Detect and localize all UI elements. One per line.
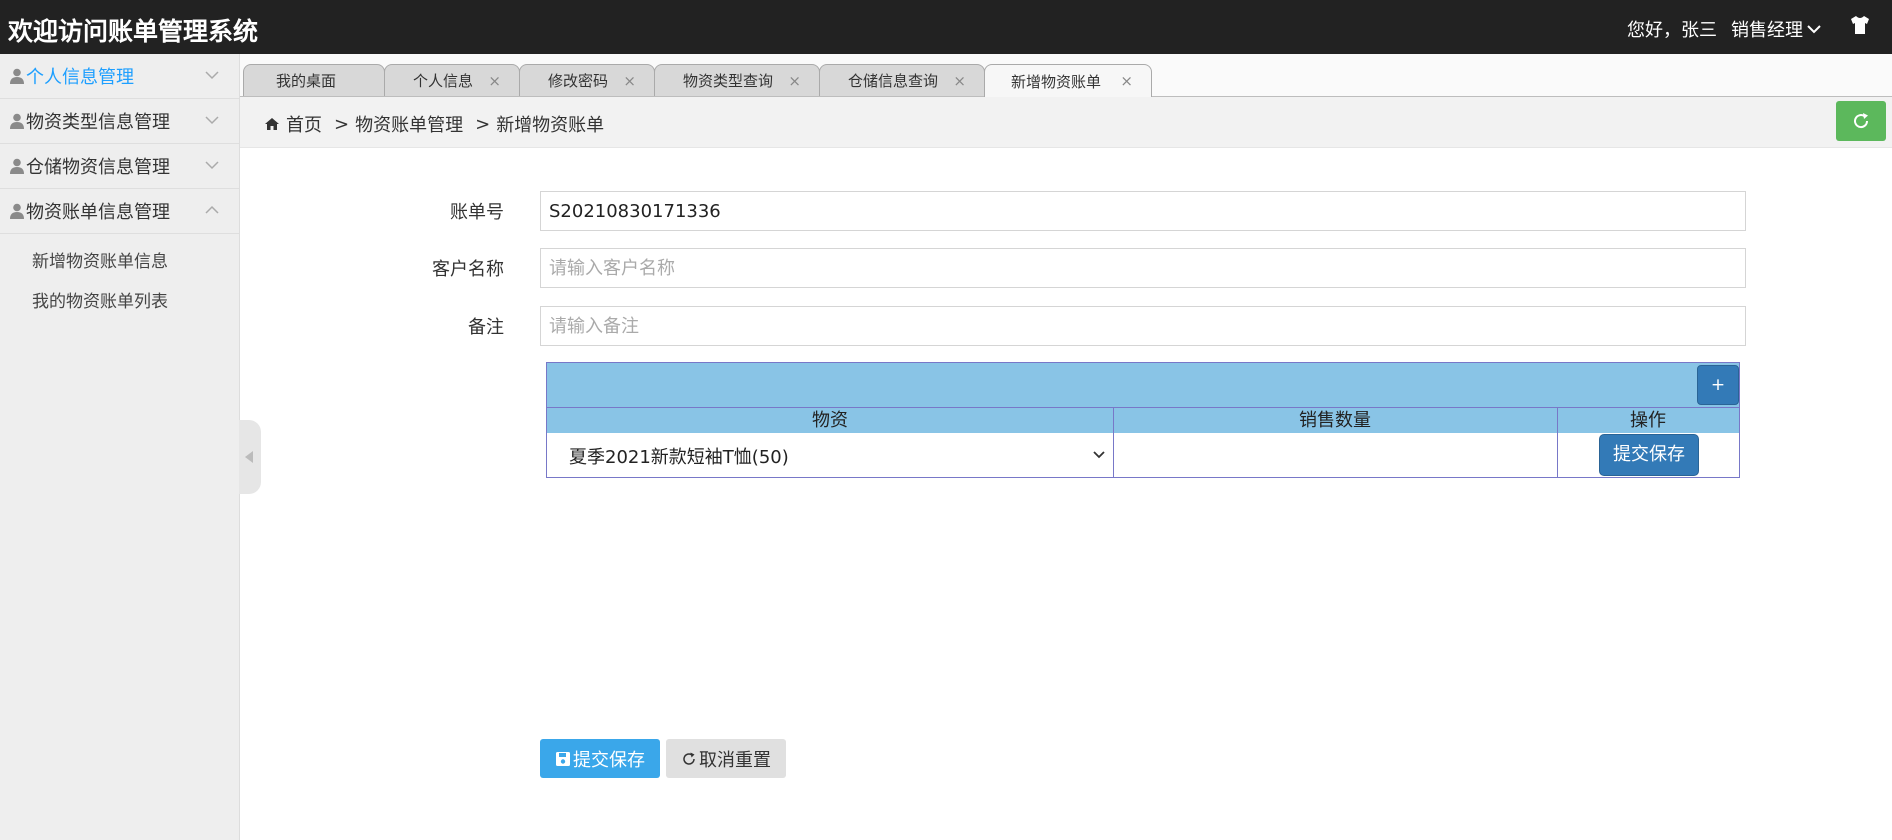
tab-warehouse-query[interactable]: 仓储信息查询 × (819, 64, 985, 96)
sidebar-item-label: 物资类型信息管理 (26, 112, 170, 133)
tab-label: 仓储信息查询 (848, 72, 939, 90)
column-header-action: 操作 (1557, 407, 1739, 433)
quantity-input[interactable] (1113, 433, 1557, 477)
customer-name-label: 客户名称 (432, 259, 504, 280)
user-icon (10, 203, 24, 219)
remark-input[interactable] (540, 306, 1746, 346)
bill-no-label: 账单号 (450, 202, 504, 223)
row-save-button[interactable]: 提交保存 (1599, 434, 1699, 476)
add-row-button[interactable]: + (1697, 365, 1739, 405)
breadcrumb-home[interactable]: 首页 (286, 111, 322, 137)
user-greeting: 您好，张三 (1627, 20, 1717, 41)
close-icon[interactable]: × (623, 72, 636, 90)
material-select-value: 夏季2021新款短袖T恤(50) (569, 447, 789, 468)
chevron-left-icon (245, 451, 253, 463)
sidebar-subitem-new-bill[interactable]: 新增物资账单信息 (0, 242, 239, 282)
detail-table: + 物资 销售数量 操作 夏季2021新款短袖T恤(50) 提交保存 (546, 362, 1740, 478)
tab-change-password[interactable]: 修改密码 × (519, 64, 655, 96)
save-icon (556, 751, 570, 766)
breadcrumb-separator: > (334, 113, 350, 135)
tab-label: 我的桌面 (276, 72, 337, 90)
sidebar-item-bill[interactable]: 物资账单信息管理 (0, 189, 239, 234)
bill-no-input[interactable] (540, 191, 1746, 231)
submit-save-button[interactable]: 提交保存 (540, 739, 660, 778)
top-header: 欢迎访问账单管理系统 您好，张三 销售经理 (0, 0, 1892, 54)
close-icon[interactable]: × (953, 72, 966, 90)
tab-label: 个人信息 (413, 72, 474, 90)
tab-new-bill[interactable]: 新增物资账单 × (984, 64, 1152, 97)
sidebar-submenu: 新增物资账单信息 我的物资账单列表 (0, 234, 239, 322)
sidebar: 个人信息管理 物资类型信息管理 仓储物资信息管理 物资账单信息管理 新增物资账单… (0, 54, 240, 840)
detail-toolbar (547, 363, 1739, 407)
material-select[interactable]: 夏季2021新款短袖T恤(50) (547, 433, 1113, 477)
cancel-reset-button[interactable]: 取消重置 (666, 739, 786, 778)
tab-label: 修改密码 (548, 72, 609, 90)
remark-label: 备注 (468, 317, 504, 338)
close-icon[interactable]: × (488, 72, 501, 90)
tab-personal-info[interactable]: 个人信息 × (384, 64, 520, 96)
breadcrumb-level2: 新增物资账单 (496, 115, 605, 136)
tab-bar: 我的桌面 个人信息 × 修改密码 × 物资类型查询 × 仓储信息查询 × 新增物… (240, 54, 1892, 97)
sidebar-item-personal-info[interactable]: 个人信息管理 (0, 54, 239, 99)
refresh-button[interactable] (1836, 101, 1886, 141)
breadcrumb-separator: > (475, 113, 491, 135)
user-icon (10, 158, 24, 174)
role-label: 销售经理 (1731, 20, 1803, 41)
breadcrumb-bar: 首页 > 物资账单管理 > 新增物资账单 (240, 97, 1892, 148)
tab-label: 新增物资账单 (1011, 72, 1102, 91)
tab-label: 物资类型查询 (683, 72, 774, 90)
user-icon (10, 113, 24, 129)
refresh-icon (683, 752, 695, 765)
sidebar-subitem-my-bills[interactable]: 我的物资账单列表 (0, 282, 239, 322)
shirt-icon[interactable] (1849, 14, 1871, 36)
tab-material-type-query[interactable]: 物资类型查询 × (654, 64, 820, 96)
chevron-down-icon (1093, 451, 1105, 459)
breadcrumb: 首页 > 物资账单管理 > 新增物资账单 (264, 111, 604, 137)
chevron-down-icon (205, 161, 219, 170)
sidebar-item-warehouse[interactable]: 仓储物资信息管理 (0, 144, 239, 189)
chevron-down-icon (205, 71, 219, 80)
sidebar-item-label: 仓储物资信息管理 (26, 157, 170, 178)
cancel-reset-label: 取消重置 (699, 749, 771, 771)
column-divider (1113, 407, 1114, 477)
chevron-down-icon (1807, 25, 1821, 34)
chevron-up-icon (205, 205, 219, 214)
role-dropdown[interactable]: 销售经理 (1731, 16, 1821, 42)
close-icon[interactable]: × (788, 72, 801, 90)
chevron-down-icon (205, 116, 219, 125)
sidebar-item-material-type[interactable]: 物资类型信息管理 (0, 99, 239, 144)
tab-desktop[interactable]: 我的桌面 (243, 64, 385, 96)
close-icon[interactable]: × (1120, 72, 1133, 90)
customer-name-input[interactable] (540, 248, 1746, 288)
user-icon (10, 68, 24, 84)
home-icon (265, 118, 279, 130)
refresh-icon (1854, 113, 1869, 129)
column-divider (1557, 407, 1558, 477)
submit-save-label: 提交保存 (573, 749, 645, 771)
sidebar-item-label: 物资账单信息管理 (26, 202, 170, 223)
sidebar-collapse-handle[interactable] (239, 420, 261, 494)
column-header-quantity: 销售数量 (1113, 407, 1557, 433)
breadcrumb-level1[interactable]: 物资账单管理 (355, 111, 463, 137)
sidebar-item-label: 个人信息管理 (26, 67, 134, 88)
column-header-material: 物资 (547, 407, 1113, 433)
app-title: 欢迎访问账单管理系统 (8, 17, 259, 46)
